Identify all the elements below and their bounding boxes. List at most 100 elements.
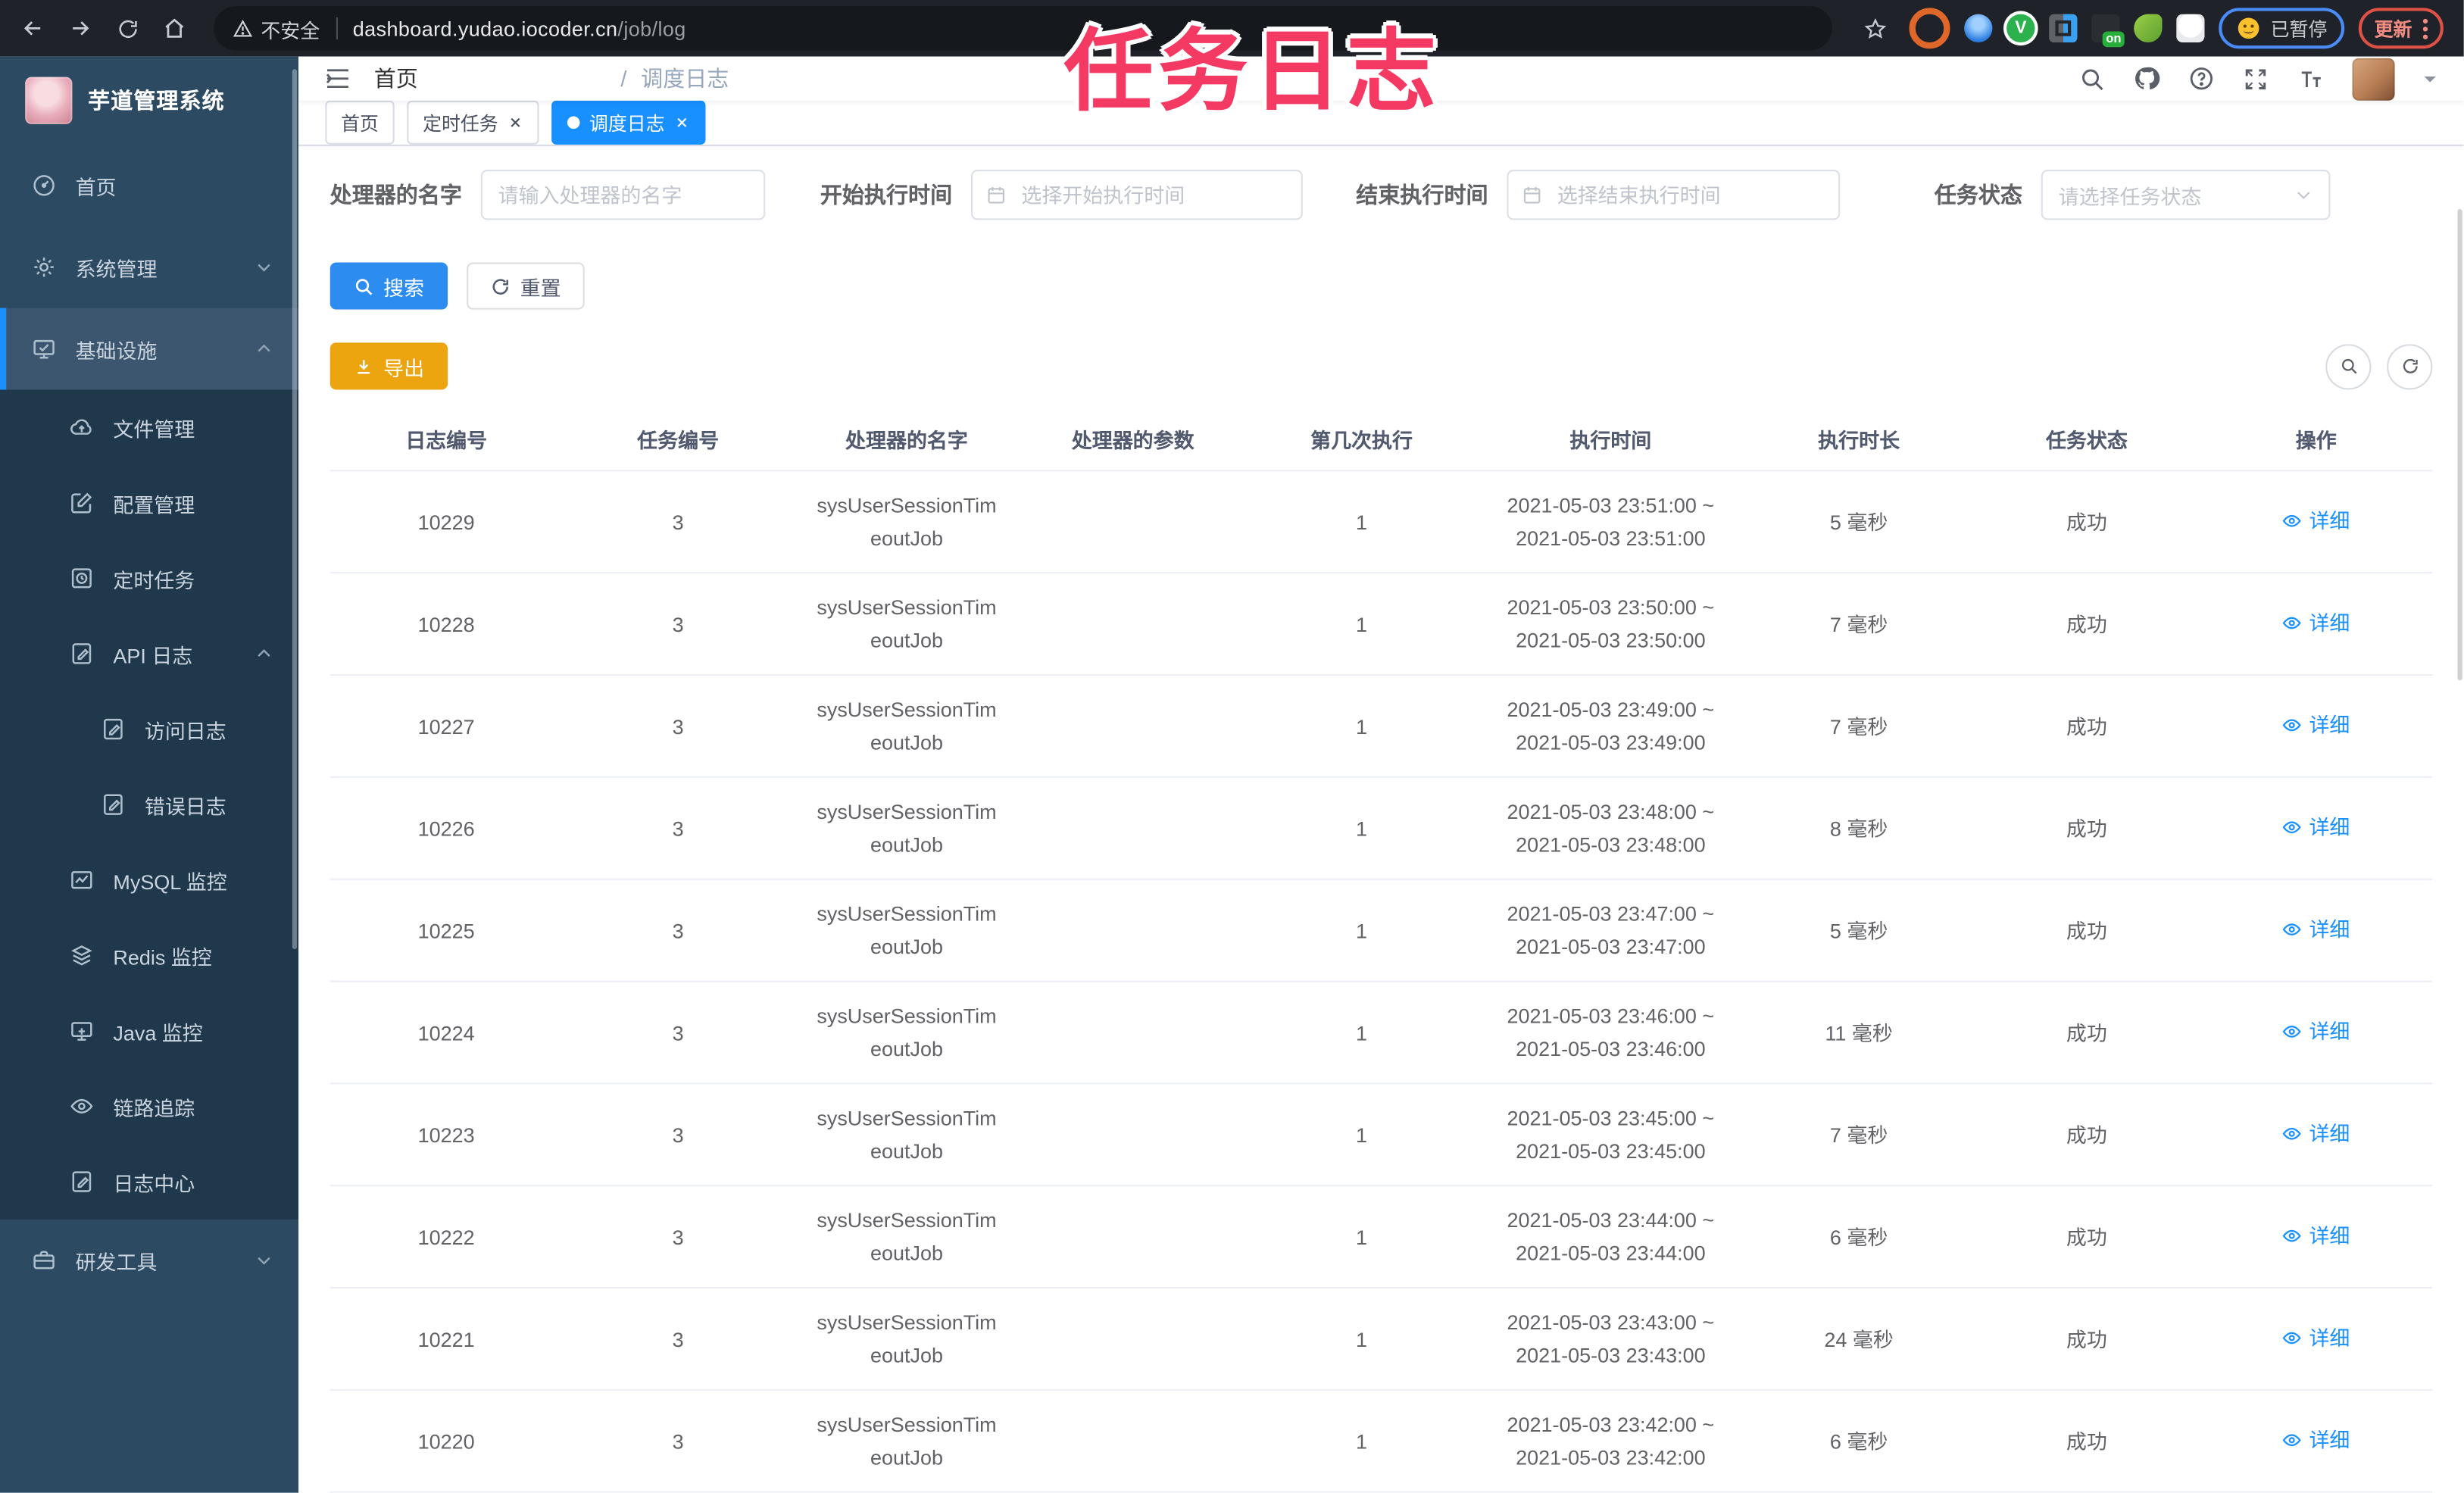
- cell-handler-name: sysUserSessionTim eoutJob: [817, 799, 997, 857]
- sidebar-item-redis-monitor[interactable]: Redis 监控: [0, 918, 298, 994]
- cell-duration: 5 毫秒: [1829, 918, 1888, 942]
- cell-handler-name: sysUserSessionTim eoutJob: [817, 493, 997, 551]
- sidebar-item-access-log[interactable]: 访问日志: [0, 692, 298, 767]
- handler-name-input[interactable]: [480, 170, 766, 220]
- cell-duration: 7 毫秒: [1829, 612, 1888, 636]
- profile-paused-chip[interactable]: 已暂停: [2219, 8, 2345, 49]
- home-icon[interactable]: [154, 8, 195, 48]
- table-row: 10221 3 sysUserSessionTim eoutJob 1 2021-05-0…: [329, 1288, 2433, 1391]
- app-logo[interactable]: 芋道管理系统: [0, 57, 298, 145]
- paused-label: 已暂停: [2270, 17, 2328, 40]
- help-icon[interactable]: [2188, 64, 2216, 92]
- sidebar-item-label: 研发工具: [75, 1250, 158, 1274]
- extension-on-icon[interactable]: on: [2091, 14, 2125, 48]
- cell-duration: 8 毫秒: [1829, 816, 1888, 840]
- detail-link[interactable]: 详细: [2282, 606, 2350, 639]
- sidebar-item-dev-tools[interactable]: 研发工具: [0, 1220, 298, 1301]
- sidebar-item-java-monitor[interactable]: Java 监控: [0, 993, 298, 1069]
- fullscreen-icon[interactable]: [2242, 65, 2269, 92]
- extension-orange-icon[interactable]: [1909, 8, 1950, 49]
- reset-button[interactable]: 重置: [467, 262, 585, 310]
- cell-log-id: 10220: [417, 1429, 475, 1453]
- cell-handler-name: sysUserSessionTim eoutJob: [817, 595, 997, 652]
- sidebar-item-error-log[interactable]: 错误日志: [0, 767, 298, 842]
- cell-handler-name: sysUserSessionTim eoutJob: [817, 698, 997, 754]
- back-icon[interactable]: [13, 8, 54, 48]
- sidebar-scrollbar[interactable]: [292, 69, 298, 949]
- forward-icon[interactable]: [60, 8, 101, 48]
- sidebar-item-system[interactable]: 系统管理: [0, 226, 298, 308]
- sidebar-item-tracing[interactable]: 链路追踪: [0, 1069, 298, 1145]
- main-area: 首页 / 调度日志 首页 定时任务 调度日志 处理器的名字 请输入处理器的名字 …: [298, 56, 2464, 1493]
- begin-time-input[interactable]: [971, 170, 1303, 220]
- menu-kebab-icon[interactable]: [2422, 17, 2428, 39]
- cell-duration: 7 毫秒: [1829, 714, 1888, 738]
- cell-job-id: 3: [672, 918, 684, 942]
- detail-link[interactable]: 详细: [2282, 1423, 2350, 1456]
- sidebar-submenu-infrastructure: 文件管理 配置管理 定时任务 API 日志 访问日志 错误日志 MySQL 监控…: [0, 389, 299, 1220]
- close-icon[interactable]: [507, 114, 523, 130]
- sidebar-item-api-log[interactable]: API 日志: [0, 616, 298, 692]
- monitor-icon: [33, 339, 55, 359]
- font-size-icon[interactable]: [2296, 65, 2325, 92]
- extension-puzzle-icon[interactable]: [2176, 14, 2205, 43]
- address-bar[interactable]: 不安全 dashboard.yudao.iocoder.cn/job/log: [214, 6, 1832, 51]
- eye-icon: [2283, 1331, 2302, 1344]
- toggle-search-button[interactable]: [2325, 343, 2372, 389]
- handler-name-label: 处理器的名字: [329, 182, 462, 208]
- detail-link[interactable]: 详细: [2282, 1117, 2350, 1150]
- not-secure-warning[interactable]: 不安全: [233, 14, 320, 43]
- cell-duration: 11 毫秒: [1825, 1020, 1893, 1045]
- sidebar-item-scheduled-jobs[interactable]: 定时任务: [0, 541, 298, 617]
- avatar-caret-down-icon[interactable]: [2422, 70, 2439, 87]
- cell-actions: 详细: [2200, 1423, 2432, 1459]
- tab-scheduled-jobs[interactable]: 定时任务: [407, 100, 539, 145]
- sidebar-item-config-management[interactable]: 配置管理: [0, 465, 298, 541]
- page-scrollbar[interactable]: [2457, 208, 2462, 681]
- user-avatar[interactable]: [2352, 57, 2395, 100]
- sidebar-toggle-icon[interactable]: [298, 64, 374, 92]
- extension-leaf-icon[interactable]: [2134, 14, 2163, 43]
- cell-actions: 详细: [2200, 1321, 2432, 1357]
- sidebar-item-log-center[interactable]: 日志中心: [0, 1144, 298, 1220]
- search-icon[interactable]: [2079, 65, 2106, 92]
- detail-link[interactable]: 详细: [2282, 1219, 2350, 1252]
- detail-link[interactable]: 详细: [2282, 810, 2350, 843]
- breadcrumb-home[interactable]: 首页: [374, 63, 607, 94]
- eye-icon: [70, 1098, 93, 1114]
- job-status-select[interactable]: 请选择任务状态: [2041, 170, 2331, 220]
- detail-link[interactable]: 详细: [2282, 912, 2350, 945]
- browser-actions: V on 已暂停 更新: [1854, 8, 2444, 49]
- search-button[interactable]: 搜索: [329, 262, 448, 310]
- sidebar-item-infrastructure[interactable]: 基础设施: [0, 308, 299, 390]
- breadcrumb-current: 调度日志: [641, 66, 729, 92]
- extension-v-icon[interactable]: V: [2006, 14, 2035, 43]
- cell-job-status: 成功: [2066, 510, 2107, 534]
- reload-icon[interactable]: [107, 8, 148, 48]
- download-icon: [358, 359, 370, 373]
- extension-blue-icon[interactable]: [1964, 14, 1993, 43]
- eye-icon: [2283, 1025, 2302, 1037]
- cell-log-id: 10224: [417, 1020, 475, 1045]
- detail-link[interactable]: 详细: [2282, 1014, 2350, 1048]
- refresh-table-button[interactable]: [2387, 343, 2433, 389]
- detail-link[interactable]: 详细: [2282, 504, 2350, 537]
- tab-home[interactable]: 首页: [325, 100, 395, 145]
- sidebar-item-label: 访问日志: [144, 719, 226, 743]
- cell-job-status: 成功: [2066, 1429, 2107, 1453]
- detail-link[interactable]: 详细: [2282, 708, 2350, 742]
- github-icon[interactable]: [2132, 64, 2160, 92]
- close-icon[interactable]: [674, 114, 690, 130]
- detail-link[interactable]: 详细: [2282, 1321, 2350, 1354]
- export-button[interactable]: 导出: [329, 342, 448, 390]
- extension-grid-icon[interactable]: [2049, 14, 2078, 43]
- tab-job-log[interactable]: 调度日志: [551, 100, 706, 145]
- browser-update-button[interactable]: 更新: [2358, 8, 2444, 49]
- bookmark-star-icon[interactable]: [1854, 8, 1895, 48]
- end-time-input[interactable]: [1507, 170, 1841, 220]
- document-edit-icon: [72, 1171, 92, 1192]
- sidebar-item-mysql-monitor[interactable]: MySQL 监控: [0, 842, 298, 918]
- sidebar-item-file-management[interactable]: 文件管理: [0, 389, 298, 465]
- sidebar-item-home[interactable]: 首页: [0, 145, 298, 226]
- cell-log-id: 10222: [417, 1225, 475, 1249]
